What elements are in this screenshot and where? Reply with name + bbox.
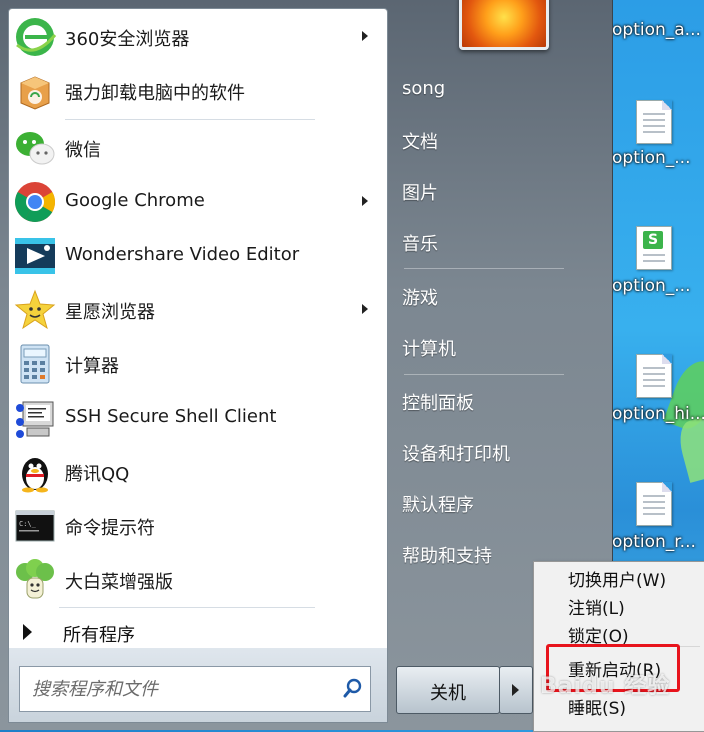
cmd-icon: C:\_: [15, 510, 55, 542]
all-programs-button[interactable]: 所有程序: [9, 615, 387, 649]
submenu-arrow-icon: [362, 304, 368, 314]
start-menu: 360安全浏览器 强力卸载电脑中的软件 微信 Google Chrome Won…: [0, 0, 613, 730]
right-item-label: 设备和打印机: [402, 444, 510, 465]
right-item-label: 图片: [402, 183, 438, 204]
right-item-devices-printers[interactable]: 设备和打印机: [390, 432, 590, 472]
uninstall-box-icon: [20, 76, 50, 110]
program-label: 大白菜增强版: [65, 572, 173, 593]
program-label: 强力卸载电脑中的软件: [65, 83, 245, 104]
wechat-icon: [16, 132, 55, 165]
right-item-label: 音乐: [402, 234, 438, 255]
cabbage-icon: [16, 559, 54, 599]
right-item-games[interactable]: 游戏: [390, 276, 590, 316]
desktop-file-label: option_...: [612, 148, 691, 168]
menu-item-switch-user[interactable]: 切换用户(W): [568, 566, 666, 591]
right-item-computer[interactable]: 计算机: [390, 327, 590, 367]
program-item-calculator[interactable]: 计算器: [9, 338, 387, 390]
right-item-default-programs[interactable]: 默认程序: [390, 483, 590, 523]
right-item-label: 帮助和支持: [402, 546, 492, 567]
video-editor-icon: [15, 238, 55, 274]
right-item-label: 计算机: [402, 339, 456, 360]
svg-text:C:\_: C:\_: [19, 520, 37, 528]
program-item-360-browser[interactable]: 360安全浏览器: [9, 11, 387, 63]
program-label: 360安全浏览器: [65, 29, 190, 50]
program-label: Google Chrome: [65, 190, 205, 211]
right-item-label: 文档: [402, 132, 438, 153]
desktop-file[interactable]: option_...: [612, 98, 704, 208]
file-icon: [636, 354, 672, 398]
right-item-pictures[interactable]: 图片: [390, 171, 590, 211]
search-input[interactable]: [30, 675, 334, 703]
shutdown-options-button[interactable]: [499, 666, 533, 714]
program-label: 计算器: [65, 356, 119, 377]
program-label: 命令提示符: [65, 518, 155, 539]
desktop-file[interactable]: option_a...: [612, 0, 704, 110]
program-label: 微信: [65, 140, 101, 161]
right-item-user-folder[interactable]: song: [390, 70, 590, 110]
submenu-arrow-icon: [362, 196, 368, 206]
chevron-right-icon: [512, 684, 519, 696]
search-icon[interactable]: [342, 677, 364, 699]
program-item-wondershare-video-editor[interactable]: Wondershare Video Editor: [9, 230, 387, 282]
menu-item-log-off[interactable]: 注销(L): [568, 594, 625, 619]
program-item-command-prompt[interactable]: C:\_ 命令提示符: [9, 500, 387, 552]
right-item-music[interactable]: 音乐: [390, 222, 590, 262]
desktop-file[interactable]: option_hi...: [612, 354, 704, 464]
360-browser-icon: [16, 18, 57, 56]
file-icon: [636, 482, 672, 526]
right-item-label: 游戏: [402, 288, 438, 309]
qq-penguin-icon: [22, 458, 48, 493]
all-programs-label: 所有程序: [63, 625, 135, 646]
search-box[interactable]: [19, 666, 371, 712]
program-label: Wondershare Video Editor: [65, 244, 300, 265]
submenu-arrow-icon: [362, 31, 368, 41]
desktop-file-label: option_...: [612, 276, 691, 296]
right-item-documents[interactable]: 文档: [390, 120, 590, 160]
divider: [404, 268, 564, 269]
program-item-cabbage-tool[interactable]: 大白菜增强版: [9, 554, 387, 606]
programs-pane: 360安全浏览器 强力卸载电脑中的软件 微信 Google Chrome Won…: [8, 8, 388, 650]
watermark-text: Baidu 经验: [540, 674, 671, 699]
program-label: 星愿浏览器: [65, 302, 155, 323]
program-label: 腾讯QQ: [65, 464, 130, 485]
program-label: SSH Secure Shell Client: [65, 406, 277, 427]
right-item-label: song: [402, 78, 446, 99]
star-browser-icon: [14, 289, 56, 330]
spreadsheet-icon: S: [636, 226, 672, 270]
program-item-wechat[interactable]: 微信: [9, 122, 387, 174]
file-icon: [636, 100, 672, 144]
divider: [404, 374, 564, 375]
right-item-label: 控制面板: [402, 393, 474, 414]
expand-triangle-icon: [23, 624, 32, 640]
desktop-file-label: option_r...: [612, 532, 696, 552]
chrome-icon: [15, 182, 55, 222]
program-item-tencent-qq[interactable]: 腾讯QQ: [9, 446, 387, 498]
shutdown-label: 关机: [430, 683, 466, 704]
user-avatar[interactable]: [459, 0, 549, 50]
divider: [65, 119, 315, 120]
program-item-uninstaller[interactable]: 强力卸载电脑中的软件: [9, 65, 387, 117]
desktop-file[interactable]: S option_...: [612, 226, 704, 336]
right-item-control-panel[interactable]: 控制面板: [390, 381, 590, 421]
program-item-ssh-client[interactable]: SSH Secure Shell Client: [9, 392, 387, 444]
shutdown-button[interactable]: 关机: [396, 666, 500, 714]
program-item-google-chrome[interactable]: Google Chrome: [9, 176, 387, 228]
search-area: [8, 648, 388, 723]
desktop-file-label: option_a...: [612, 20, 701, 40]
program-item-star-browser[interactable]: 星愿浏览器: [9, 284, 387, 336]
desktop-file-label: option_hi...: [612, 404, 704, 424]
right-item-label: 默认程序: [402, 495, 474, 516]
ssh-client-icon: [16, 401, 54, 438]
calculator-icon: [20, 344, 50, 384]
divider: [59, 607, 315, 608]
